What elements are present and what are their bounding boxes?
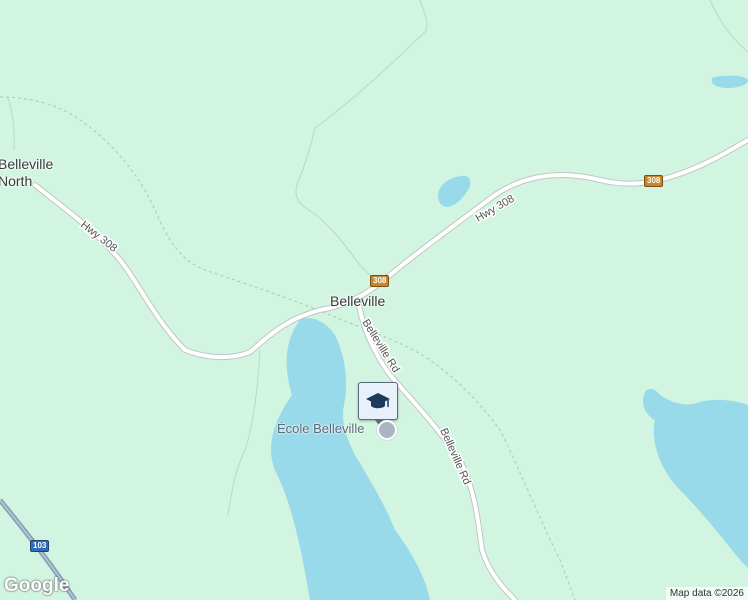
route-shield-308-east: 308 — [644, 175, 664, 187]
poi-label-ecole-belleville[interactable]: École Belleville — [277, 421, 364, 436]
place-label-belleville-north-line1: Belleville — [0, 156, 54, 172]
trail-2 — [227, 349, 261, 516]
hwy-308-casing — [32, 137, 748, 361]
school-poi-dot-icon[interactable] — [377, 420, 397, 440]
graduation-cap-icon — [366, 393, 390, 409]
map-attribution[interactable]: Map data ©2026 — [665, 587, 748, 600]
lake-east — [643, 388, 748, 568]
place-label-belleville-north[interactable]: Belleville North — [0, 156, 53, 190]
road-label-belleville-rd-2: Belleville Rd — [437, 426, 473, 486]
road-label-hwy-308-west: Hwy 308 — [78, 219, 119, 255]
trail-3 — [7, 97, 15, 151]
pond-northeast — [711, 75, 748, 88]
place-label-belleville-north-line2: North — [0, 173, 33, 189]
google-logo: Google — [4, 575, 70, 596]
pond-north — [438, 175, 471, 207]
trail-1 — [295, 0, 428, 286]
hwy-308 — [33, 138, 748, 360]
boundary-dashed-1 — [0, 96, 576, 600]
trail-4 — [709, 0, 748, 53]
school-marker[interactable] — [358, 382, 398, 425]
lake-west — [271, 318, 430, 600]
place-label-belleville[interactable]: Belleville — [330, 293, 385, 309]
route-shield-308-center: 308 — [370, 275, 390, 287]
route-shield-103: 103 — [30, 540, 50, 552]
